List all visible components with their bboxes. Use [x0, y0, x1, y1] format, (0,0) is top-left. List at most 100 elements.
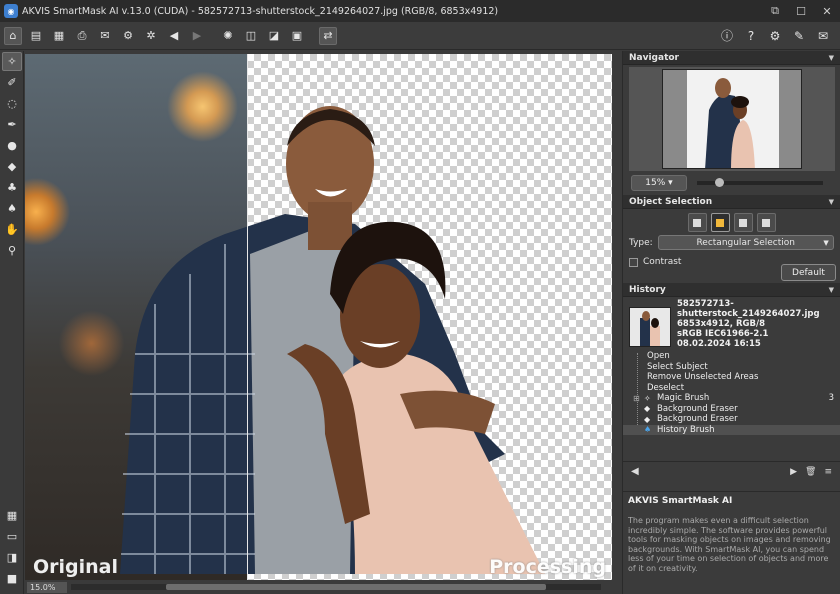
run-icon[interactable]: ✺	[219, 27, 237, 45]
object-selection-header[interactable]: Object Selection ▼	[623, 195, 840, 209]
trash-icon[interactable]: 🗑	[805, 467, 816, 477]
checker-view-icon[interactable]: ▦	[2, 506, 22, 525]
horizontal-scrollbar[interactable]	[71, 584, 601, 590]
history-item[interactable]: ◆ Background Eraser	[623, 414, 840, 425]
collapse-icon[interactable]: ▼	[829, 198, 834, 206]
type-label: Type:	[629, 237, 653, 248]
navigator-header[interactable]: Navigator ▼	[623, 51, 840, 65]
eraser-icon: ◆	[644, 404, 651, 414]
snapshot-name-line2: shutterstock_2149264027.jpg	[677, 309, 820, 319]
original-label: Original	[33, 556, 119, 578]
history-list: Open Select Subject Remove Unselected Ar…	[623, 351, 840, 461]
zoom-readout: 15.0%	[27, 581, 67, 593]
mode-new-button[interactable]	[687, 213, 707, 232]
plugin-icon[interactable]: ◪	[265, 27, 283, 45]
history-item[interactable]: Open	[623, 351, 840, 362]
text-icon[interactable]: ▣	[288, 27, 306, 45]
batch-icon[interactable]: ◫	[242, 27, 260, 45]
hand-icon[interactable]: ✋	[2, 220, 22, 239]
magic-brush-icon[interactable]: ✧	[2, 52, 22, 71]
selection-type-dropdown[interactable]: Rectangular Selection ▼	[657, 235, 834, 250]
right-panel: Navigator ▼ 15% ▾ Object Selection ▼ Typ…	[622, 51, 840, 594]
history-item[interactable]: Select Subject	[623, 362, 840, 373]
chat-icon[interactable]: ✉	[814, 27, 832, 45]
print-icon[interactable]: ⎙	[73, 27, 91, 45]
magic-brush-icon: ✧	[644, 393, 651, 403]
history-item[interactable]: ◆ Background Eraser	[623, 404, 840, 415]
history-brush-icon: ♠	[644, 425, 652, 435]
arrow-left-icon[interactable]: ◀	[631, 466, 639, 477]
about-icon[interactable]: ⓘ	[718, 27, 736, 45]
share-alt-icon[interactable]: ⚙	[119, 27, 137, 45]
navigator-viewport[interactable]	[662, 69, 802, 169]
bg-color-icon[interactable]: ■	[2, 569, 22, 588]
restore-icon[interactable]: ⧉	[762, 0, 788, 22]
redo-icon[interactable]: ▶	[188, 27, 206, 45]
brush-icon[interactable]: ✐	[2, 73, 22, 92]
undo-icon[interactable]: ◀	[165, 27, 183, 45]
couple-photo	[120, 106, 545, 574]
save-file-icon[interactable]: ▦	[50, 27, 68, 45]
zoom-slider[interactable]	[697, 178, 823, 187]
gear-icon[interactable]: ⚙	[766, 27, 784, 45]
snapshot-profile: sRGB IEC61966-2.1	[677, 329, 769, 339]
status-bar: 15.0%	[25, 580, 612, 594]
navigator-preview[interactable]	[629, 67, 835, 171]
snapshot-date: 08.02.2024 16:15	[677, 339, 761, 349]
zoom-slider-knob[interactable]	[715, 178, 724, 187]
history-brush-icon[interactable]: ♠	[2, 199, 22, 218]
share-icon[interactable]: ✉	[96, 27, 114, 45]
help-icon[interactable]: ?	[742, 27, 760, 45]
drop-icon[interactable]: ●	[2, 136, 22, 155]
mode-intersect-button[interactable]	[756, 213, 776, 232]
split-view-icon[interactable]: ▭	[2, 527, 22, 546]
history-snapshot[interactable]: 582572713- shutterstock_2149264027.jpg 6…	[623, 297, 840, 349]
mode-add-button[interactable]	[710, 213, 730, 232]
news-icon[interactable]: ✎	[790, 27, 808, 45]
chevron-down-icon: ▼	[823, 238, 829, 247]
history-item[interactable]: Remove Unselected Areas	[623, 372, 840, 383]
history-item[interactable]: Deselect	[623, 383, 840, 394]
history-header[interactable]: History ▼	[623, 283, 840, 297]
mode-subtract-button[interactable]	[733, 213, 753, 232]
about-title: AKVIS SmartMask AI	[628, 496, 733, 506]
contrast-label: Contrast	[643, 257, 682, 267]
collapse-icon[interactable]: ▼	[829, 286, 834, 294]
image-canvas[interactable]: Original Processing	[25, 54, 612, 580]
history-title: History	[629, 284, 666, 295]
home-icon[interactable]: ⌂	[4, 26, 22, 45]
maximize-icon[interactable]: ☐	[788, 0, 814, 22]
expand-icon[interactable]: ⊞	[633, 394, 640, 403]
object-selection-title: Object Selection	[629, 196, 713, 207]
navigator-zoom-select[interactable]: 15% ▾	[631, 175, 687, 191]
title-bar: ◉ AKVIS SmartMask AI v.13.0 (CUDA) - 582…	[0, 0, 840, 22]
eraser-icon[interactable]: ◆	[2, 157, 22, 176]
lasso-icon[interactable]: ◌	[2, 94, 22, 113]
navigator-title: Navigator	[629, 52, 679, 63]
tools-panel: ✧ ✐ ◌ ✒ ● ◆ ♣ ♠ ✋ ⚲ ▦ ▭ ◨ ■	[0, 51, 24, 594]
close-icon[interactable]: ✕	[814, 0, 840, 22]
play-icon[interactable]: ▶	[790, 467, 797, 477]
settings-alt-icon[interactable]: ✲	[142, 27, 160, 45]
stamp-icon[interactable]: ♣	[2, 178, 22, 197]
contrast-checkbox[interactable]	[629, 257, 638, 267]
history-item[interactable]: ⊞ ✧ Magic Brush 3	[623, 393, 840, 404]
open-file-icon[interactable]: ▤	[27, 27, 45, 45]
compare-view-icon[interactable]: ◨	[2, 548, 22, 567]
compare-icon[interactable]: ⇄	[319, 26, 337, 45]
scrollbar-thumb[interactable]	[166, 584, 546, 590]
color-eyedropper-icon[interactable]: ✒	[2, 115, 22, 134]
snapshot-thumbnail	[629, 307, 671, 347]
zoom-icon[interactable]: ⚲	[2, 241, 22, 260]
about-panel: AKVIS SmartMask AI The program makes eve…	[623, 491, 840, 594]
default-button[interactable]: Default	[781, 264, 836, 281]
window-title: AKVIS SmartMask AI v.13.0 (CUDA) - 58257…	[22, 5, 499, 17]
collapse-icon[interactable]: ▼	[829, 54, 834, 62]
history-toolbar: ◀ ▶ 🗑 ≡	[623, 461, 840, 481]
history-item-selected[interactable]: ♠ History Brush	[623, 424, 840, 435]
split-divider[interactable]	[247, 54, 248, 580]
eraser-icon: ◆	[644, 414, 651, 424]
snapshot-name-line1: 582572713-	[677, 299, 734, 309]
main-toolbar: ⌂ ▤ ▦ ⎙ ✉ ⚙ ✲ ◀ ▶ ✺ ◫ ◪ ▣ ⇄ ⓘ ? ⚙ ✎ ✉	[0, 22, 840, 50]
menu-icon[interactable]: ≡	[824, 467, 832, 477]
